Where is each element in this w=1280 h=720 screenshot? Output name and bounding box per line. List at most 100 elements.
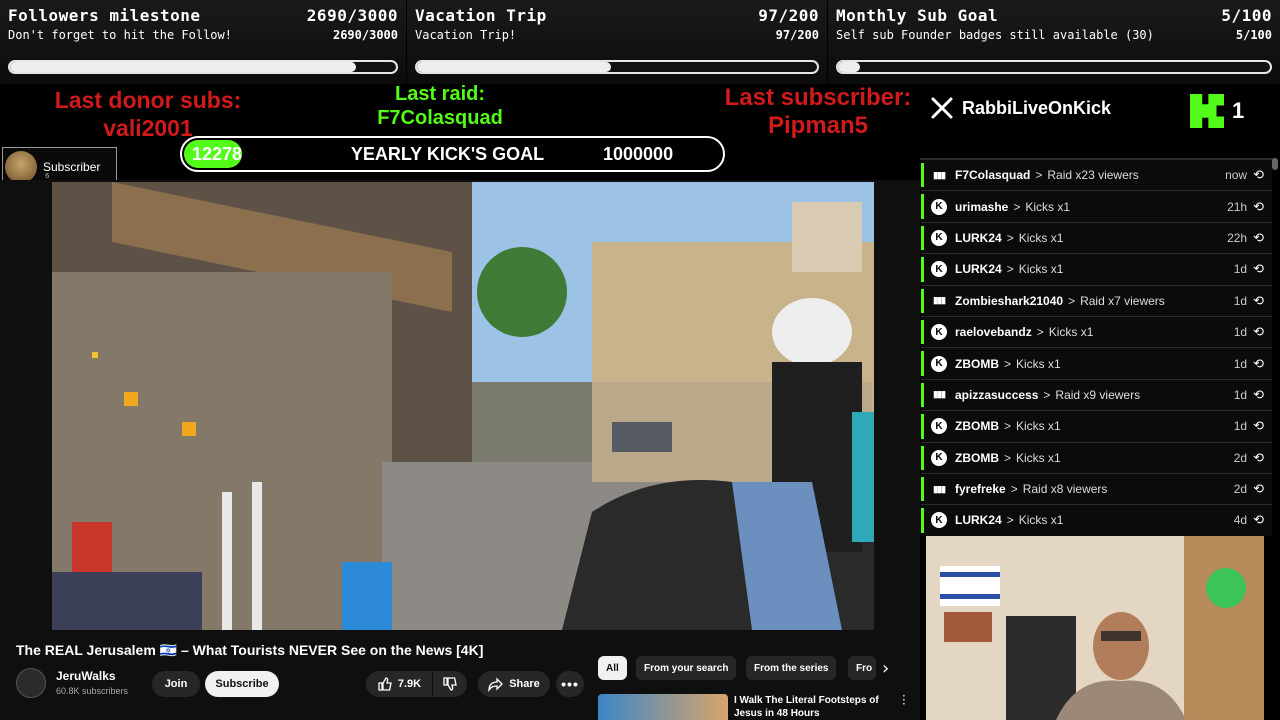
kick-icon: K — [931, 355, 947, 372]
event-row: ▮▮▮ fyrefreke > Raid x8 viewers 2d ⟲ — [921, 473, 1272, 506]
replay-icon[interactable]: ⟲ — [1253, 450, 1264, 466]
last-subscriber-label: Last subscriber: — [724, 84, 912, 111]
goal-subtitle: Don't forget to hit the Follow! — [8, 28, 232, 42]
event-time: 2d — [1233, 482, 1248, 497]
yearly-goal-target: 1000000 — [603, 143, 674, 164]
raid-icon: ▮▮▮ — [933, 483, 946, 494]
chip-from-your-search[interactable]: From your search — [636, 656, 737, 680]
event-row: K LURK24 > Kicks x1 1d ⟲ — [921, 254, 1272, 286]
event-time: 22h — [1227, 230, 1248, 245]
event-user: raelovebandz — [955, 325, 1032, 340]
event-row: Kraelovebandz > Kicks x1 1d ⟲ — [921, 316, 1272, 349]
event-separator: > — [1010, 482, 1018, 497]
goal-count: 97/200 — [758, 6, 819, 25]
replay-icon[interactable]: ⟲ — [1253, 293, 1264, 309]
goal-count-small: 5/100 — [1235, 28, 1272, 42]
event-action: Kicks x1 — [1016, 450, 1061, 465]
video-player[interactable] — [52, 182, 874, 630]
avatar — [5, 151, 37, 183]
event-list-scrollbar[interactable] — [1272, 158, 1278, 170]
vacation-goal: Vacation Trip 97/200 Vacation Trip! 97/200 — [407, 0, 827, 84]
kick-icon: K — [931, 229, 947, 246]
goal-subtitle: Self sub Founder badges still available … — [836, 28, 1154, 42]
replay-icon[interactable]: ⟲ — [1253, 481, 1264, 497]
more-vertical-icon[interactable]: · · · — [902, 690, 906, 710]
chevron-right-icon[interactable]: › — [882, 658, 889, 679]
event-user: urimashe — [955, 199, 1009, 214]
event-time: 21h — [1227, 199, 1248, 214]
share-button[interactable]: Share — [478, 671, 550, 697]
replay-icon[interactable]: ⟲ — [1253, 167, 1264, 183]
video-title: The REAL Jerusalem 🇮🇱 – What Tourists NE… — [16, 642, 484, 658]
event-time: 1d — [1233, 356, 1248, 371]
webcam-feed — [926, 536, 1264, 720]
replay-icon[interactable]: ⟲ — [1253, 418, 1264, 434]
like-count: 7.9K — [397, 678, 422, 690]
dislike-button[interactable] — [433, 671, 467, 697]
like-button[interactable]: 7.9K — [366, 671, 432, 697]
event-time: 1d — [1233, 293, 1248, 308]
goal-progress-fill — [10, 62, 357, 72]
event-row: Kurimashe > Kicks x1 21h ⟲ — [921, 191, 1272, 223]
goal-progress-bar — [8, 60, 398, 74]
kick-icon: K — [931, 198, 947, 215]
raid-icon: ▮▮▮ — [933, 389, 946, 400]
subscribe-button[interactable]: Subscribe — [205, 671, 279, 697]
yearly-goal-title: YEARLY KICK'S GOAL — [350, 143, 545, 164]
more-actions-button[interactable]: ••• — [556, 671, 584, 697]
last-raid-name: F7Colasquad — [377, 107, 503, 129]
event-action: Raid x7 viewers — [1080, 293, 1165, 308]
event-row: K LURK24 > Kicks x1 4d ⟲ — [921, 505, 1272, 536]
raid-icon: ▮▮▮ — [933, 169, 946, 180]
recommended-title[interactable]: I Walk The Literal Footsteps of Jesus in… — [734, 694, 894, 720]
yearly-goal-bar: 12278 YEARLY KICK'S GOAL 1000000 — [180, 136, 725, 172]
event-separator: > — [1004, 450, 1012, 465]
event-action: Kicks x1 — [1016, 419, 1061, 434]
goal-title: Monthly Sub Goal — [836, 6, 999, 25]
chip-all[interactable]: All — [598, 656, 627, 680]
event-separator: > — [1004, 356, 1012, 371]
event-separator: > — [1043, 387, 1051, 402]
goal-count: 2690/3000 — [306, 6, 398, 25]
recommended-thumbnail[interactable] — [598, 694, 728, 720]
event-user: ZBOMB — [955, 356, 999, 371]
followers-goal: Followers milestone 2690/3000 Don't forge… — [0, 0, 406, 84]
event-row: K ZBOMB > Kicks x1 2d ⟲ — [921, 442, 1272, 474]
event-list: ▮▮▮ F7Colasquad > Raid x23 viewers now ⟲ Kurim… — [920, 158, 1276, 536]
event-separator: > — [1006, 262, 1014, 277]
event-user: fyrefreke — [955, 482, 1006, 497]
last-donor-label: Last donor subs: — [54, 87, 242, 113]
event-action: Raid x8 viewers — [1022, 482, 1108, 497]
channel-avatar[interactable] — [16, 668, 46, 698]
replay-icon[interactable]: ⟲ — [1253, 199, 1264, 215]
event-user: LURK24 — [955, 262, 1002, 277]
replay-icon[interactable]: ⟲ — [1253, 356, 1264, 372]
goal-progress-fill — [417, 62, 611, 72]
share-label: Share — [509, 678, 540, 690]
goal-subtitle: Vacation Trip! — [415, 28, 517, 42]
replay-icon[interactable]: ⟲ — [1253, 261, 1264, 277]
event-action: Raid x23 viewers — [1047, 168, 1139, 183]
event-user: ZBOMB — [955, 419, 999, 434]
replay-icon[interactable]: ⟲ — [1253, 512, 1264, 528]
chip-partial[interactable]: Fro — [848, 656, 876, 680]
event-time: now — [1225, 168, 1248, 183]
last-raid-label: Last raid: — [394, 83, 486, 105]
x-logo-icon — [931, 97, 953, 119]
kick-counter: 1 — [1190, 94, 1244, 128]
event-action: Kicks x1 — [1018, 262, 1064, 277]
event-user: LURK24 — [955, 513, 1002, 528]
chip-from-the-series[interactable]: From the series — [746, 656, 837, 680]
share-icon — [488, 677, 504, 692]
channel-name[interactable]: JeruWalks — [56, 669, 116, 683]
replay-icon[interactable]: ⟲ — [1253, 230, 1264, 246]
join-button[interactable]: Join — [152, 671, 200, 697]
event-row: K ZBOMB > Kicks x1 1d ⟲ — [921, 411, 1272, 443]
event-separator: > — [1013, 199, 1021, 214]
more-horizontal-icon: ••• — [561, 676, 579, 692]
event-separator: > — [1004, 419, 1012, 434]
goal-title: Followers milestone — [8, 6, 201, 25]
replay-icon[interactable]: ⟲ — [1253, 324, 1264, 340]
kick-icon: K — [931, 324, 947, 341]
replay-icon[interactable]: ⟲ — [1253, 387, 1264, 403]
